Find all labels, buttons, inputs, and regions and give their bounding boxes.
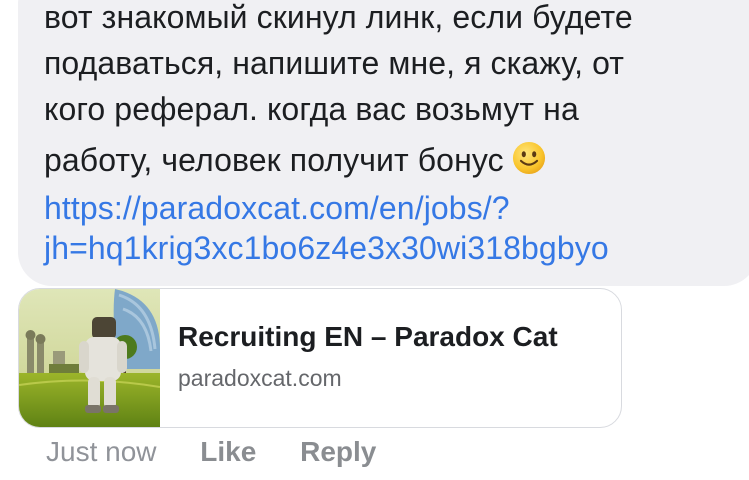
comment-thread: вот знакомый скинул линк, если будете по… bbox=[0, 0, 749, 480]
astronaut-in-park-image bbox=[19, 289, 160, 427]
job-link-line-2[interactable]: jh=hq1krig3xc1bo6z4e3x30wi318bgbyo bbox=[44, 228, 744, 268]
reply-button[interactable]: Reply bbox=[300, 436, 376, 468]
job-link-line-1[interactable]: https://paradoxcat.com/en/jobs/? bbox=[44, 188, 744, 228]
message-text-line: кого реферал. когда вас возьмут на bbox=[44, 91, 579, 127]
link-preview-domain: paradoxcat.com bbox=[178, 365, 342, 391]
message-text-line: подаваться, напишите мне, я скажу, от bbox=[44, 45, 625, 81]
message-text-line: вот знакомый скинул линк, если будете bbox=[44, 0, 633, 35]
timestamp: Just now bbox=[46, 436, 157, 467]
slightly-smiling-face-icon bbox=[512, 141, 545, 175]
message-text-line-with-emoji: работу, человек получит бонус bbox=[44, 134, 744, 186]
message-body: вот знакомый скинул линк, если будете по… bbox=[44, 0, 744, 268]
message-text-line: работу, человек получит бонус bbox=[44, 142, 504, 178]
link-preview-title: Recruiting EN – Paradox Cat bbox=[178, 321, 558, 352]
comment-actions: Just now Like Reply bbox=[46, 436, 412, 468]
like-button[interactable]: Like bbox=[200, 436, 256, 468]
link-preview-card[interactable]: Recruiting EN – Paradox Cat paradoxcat.c… bbox=[18, 288, 622, 428]
